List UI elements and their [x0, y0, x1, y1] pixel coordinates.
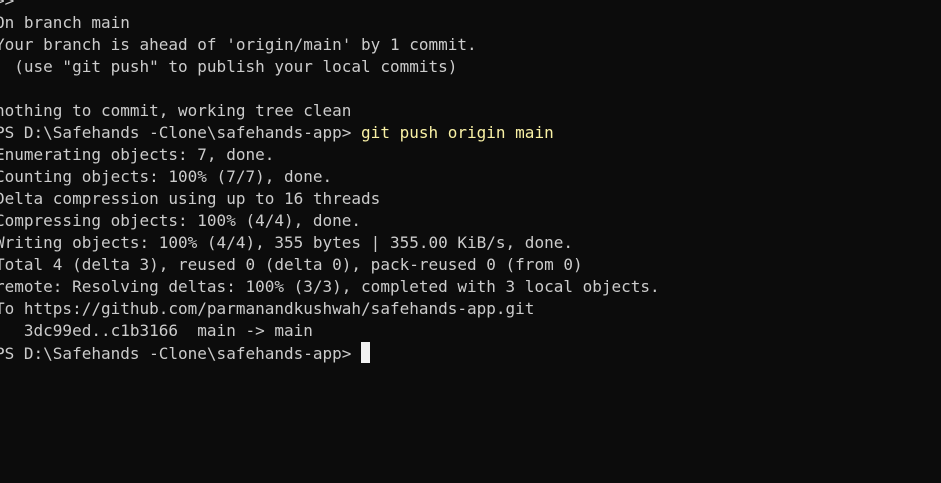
- output-line: Delta compression using up to 16 threads: [0, 189, 381, 208]
- prompt-line: PS D:\Safehands -Clone\safehands-app> gi…: [0, 122, 660, 144]
- command-text: git push origin main: [361, 123, 554, 142]
- output-line: Counting objects: 100% (7/7), done.: [0, 167, 333, 186]
- output-line: >>: [0, 0, 15, 10]
- current-prompt-line[interactable]: PS D:\Safehands -Clone\safehands-app>: [0, 342, 660, 364]
- output-line: remote: Resolving deltas: 100% (3/3), co…: [0, 277, 660, 296]
- output-line: Your branch is ahead of 'origin/main' by…: [0, 35, 477, 54]
- output-line: 3dc99ed..c1b3166 main -> main: [0, 321, 313, 340]
- output-line: On branch main: [0, 13, 130, 32]
- output-line: To https://github.com/parmanandkushwah/s…: [0, 299, 535, 318]
- output-line: Compressing objects: 100% (4/4), done.: [0, 211, 362, 230]
- output-line: nothing to commit, working tree clean: [0, 101, 352, 120]
- text-cursor[interactable]: [361, 342, 371, 363]
- terminal-window[interactable]: >> On branch main Your branch is ahead of …: [0, 0, 941, 483]
- output-line: Enumerating objects: 7, done.: [0, 145, 275, 164]
- output-line: (use "git push" to publish your local co…: [0, 57, 458, 76]
- output-line: Total 4 (delta 3), reused 0 (delta 0), p…: [0, 255, 583, 274]
- output-line: Writing objects: 100% (4/4), 355 bytes |…: [0, 233, 573, 252]
- terminal-output: >> On branch main Your branch is ahead of …: [0, 0, 660, 364]
- prompt-text: PS D:\Safehands -Clone\safehands-app>: [0, 123, 362, 142]
- prompt-text: PS D:\Safehands -Clone\safehands-app>: [0, 344, 362, 363]
